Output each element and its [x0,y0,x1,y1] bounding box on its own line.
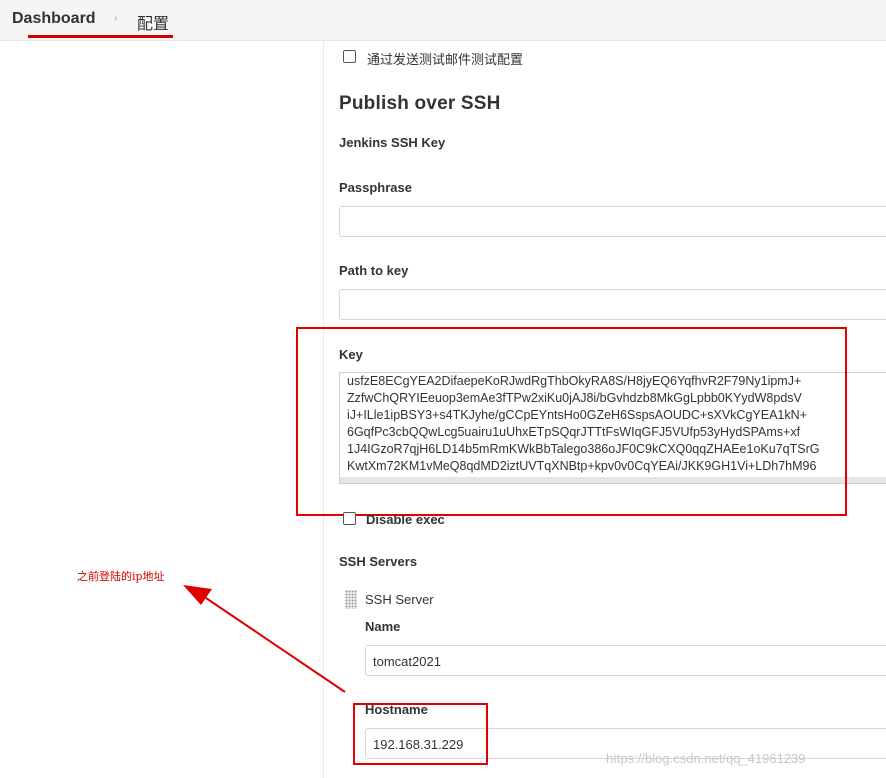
watermark-text: https://blog.csdn.net/qq_41961239 [606,751,806,766]
annotation-arrow-icon [183,585,346,693]
